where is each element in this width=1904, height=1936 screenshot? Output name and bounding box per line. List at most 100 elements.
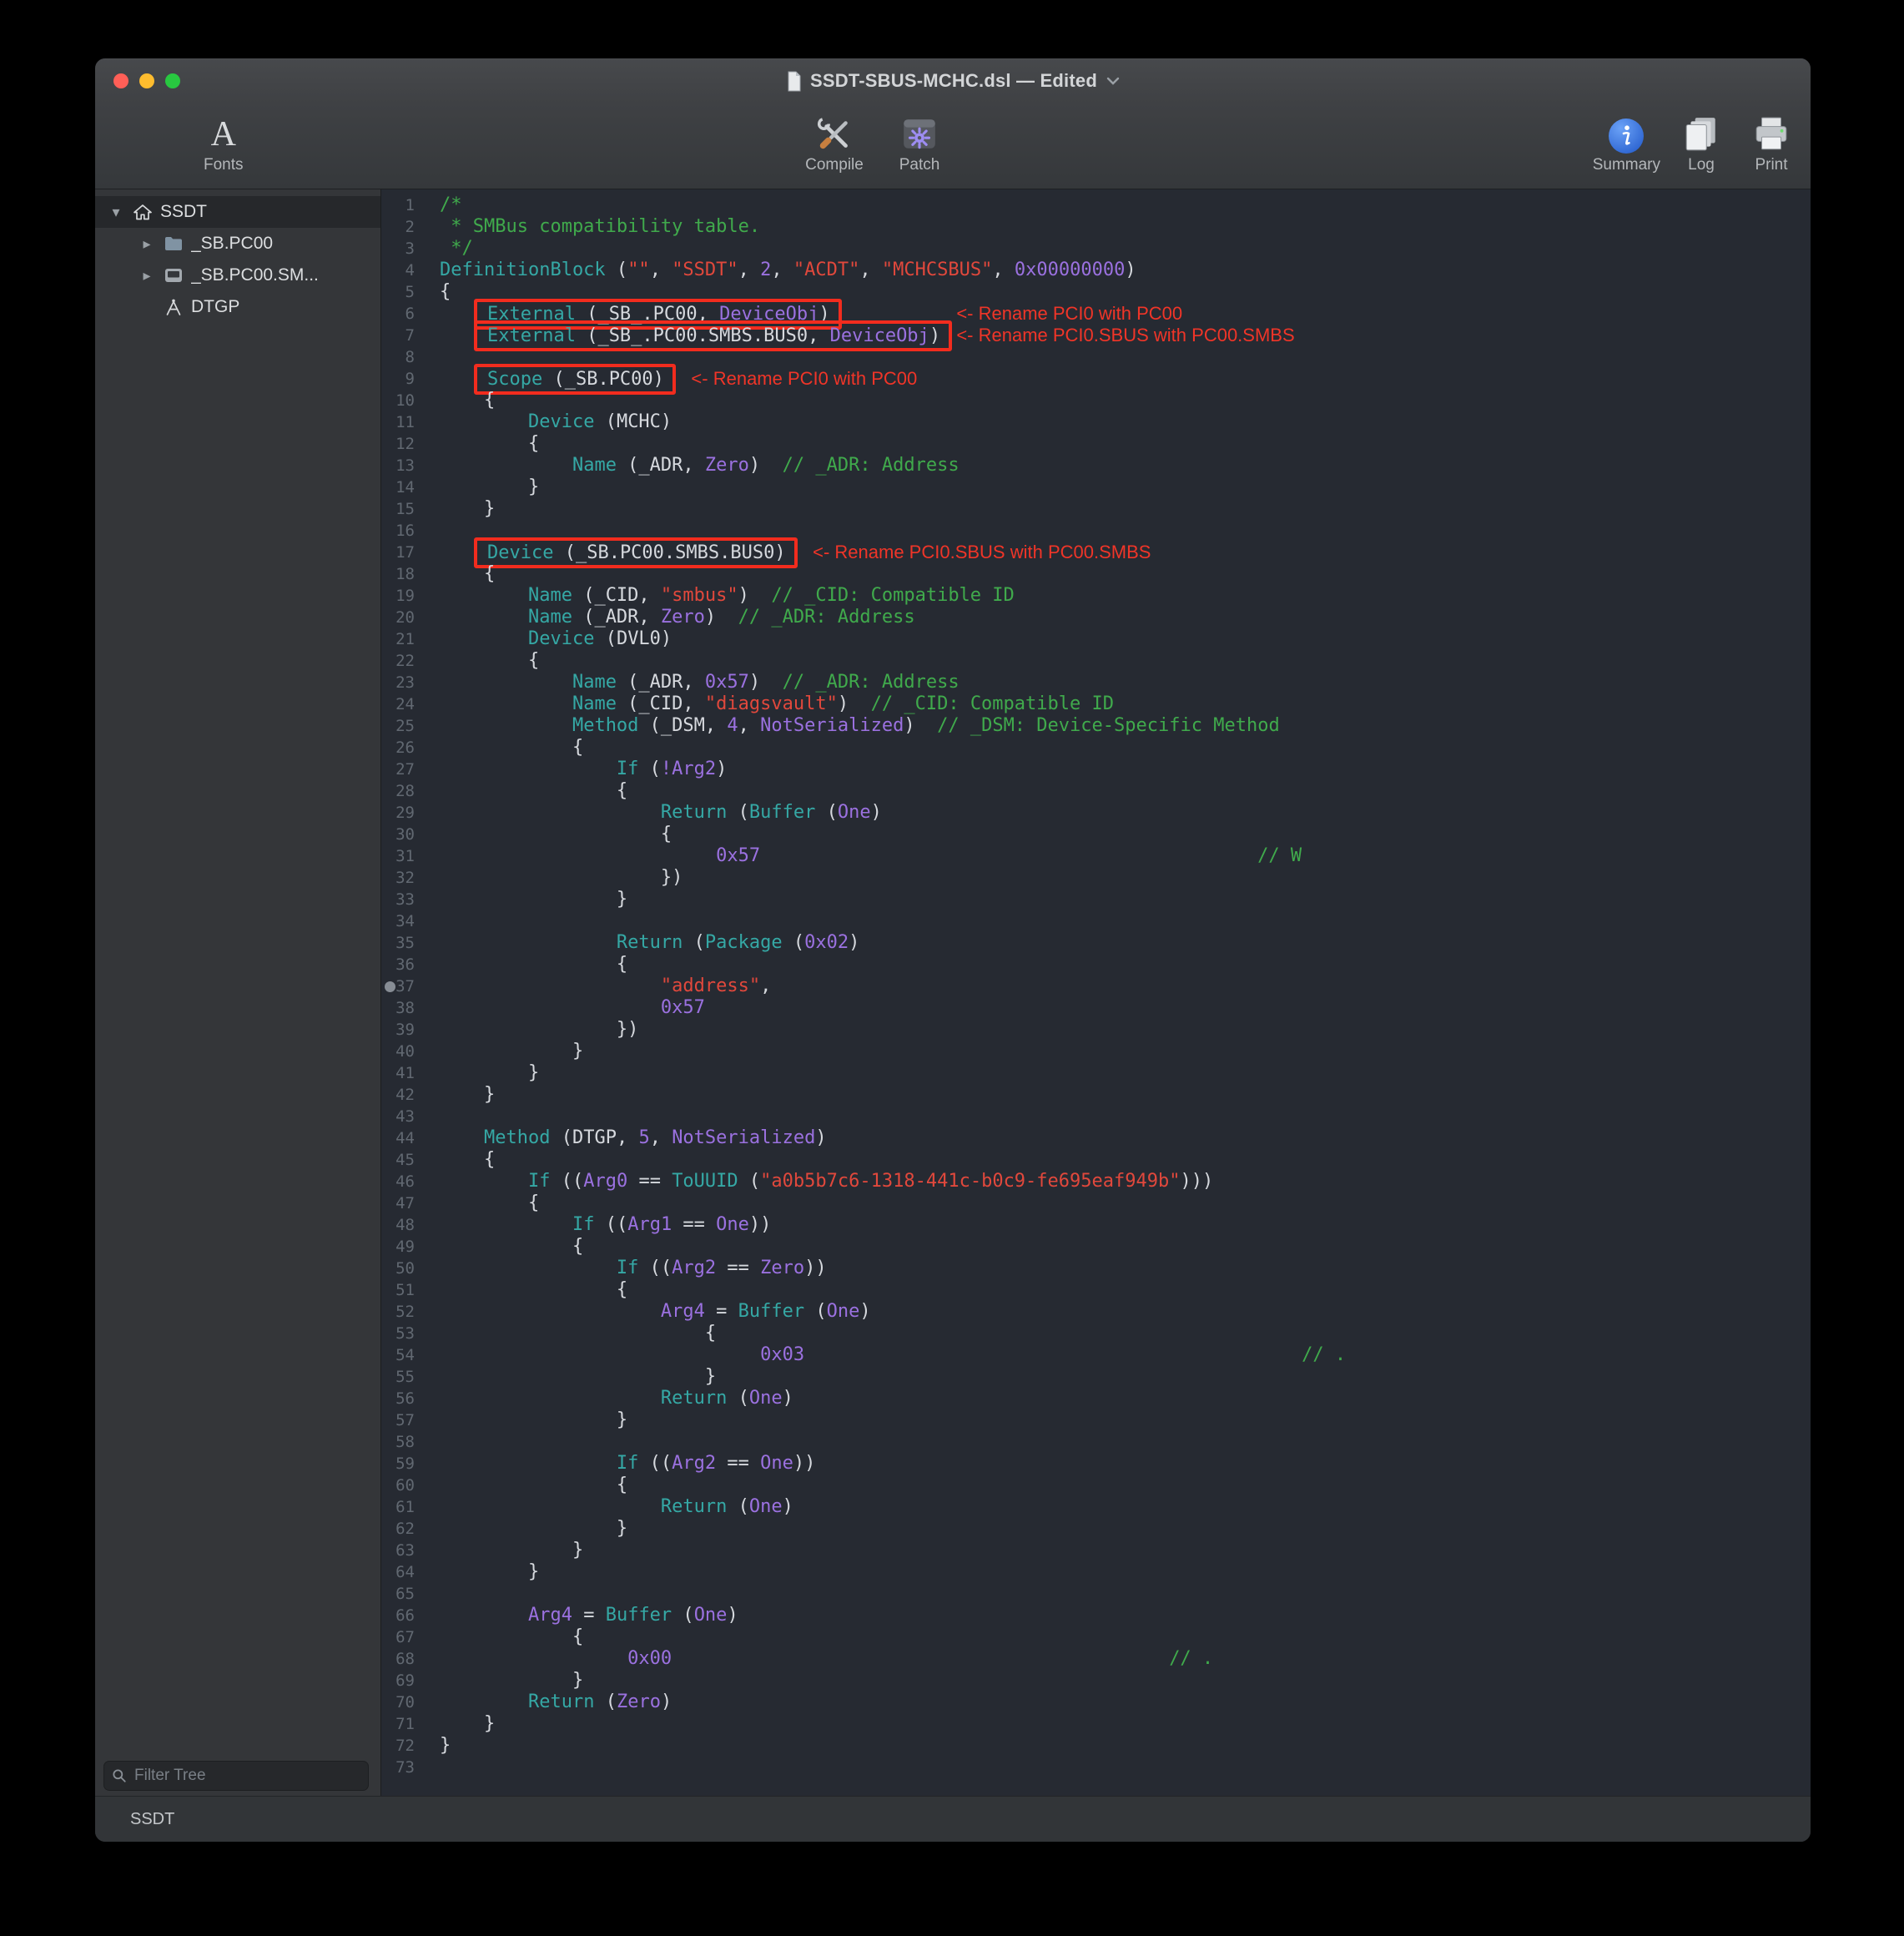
sidebar-item-ssdt[interactable]: ▾SSDT [95, 196, 380, 228]
print-button[interactable]: Print [1742, 110, 1801, 174]
line-number: 2 [381, 216, 425, 238]
code-line: 40 } [381, 1041, 1811, 1062]
code-line: 3 */ [381, 238, 1811, 260]
disclosure-closed-icon[interactable]: ▸ [138, 267, 156, 285]
close-button[interactable] [113, 73, 128, 88]
code-line: 34 [381, 910, 1811, 932]
code-line: 26 { [381, 737, 1811, 759]
sidebar-item-sb-pc00-sm[interactable]: ▸_SB.PC00.SM... [95, 260, 380, 291]
code-line: 38 0x57 [381, 997, 1811, 1019]
code-line: 14 } [381, 476, 1811, 498]
code-lines: 1/*2 * SMBus compatibility table.3 */4De… [381, 194, 1811, 1778]
line-number: 9 [381, 368, 425, 390]
code-line: 36 { [381, 954, 1811, 976]
fonts-label: Fonts [204, 156, 244, 174]
disclosure-open-icon[interactable]: ▾ [107, 204, 125, 221]
sidebar-tree: ▾SSDT▸_SB.PC00▸_SB.PC00.SM... DTGP [95, 189, 380, 323]
line-number: 50 [381, 1258, 425, 1279]
compile-label: Compile [805, 156, 864, 174]
rename-annotation-text: <- Rename PCI0.SBUS with PC00.SMBS [956, 325, 1294, 345]
disclosure-closed-icon[interactable]: ▸ [138, 235, 156, 253]
line-number: 17 [381, 542, 425, 563]
code-line: 57 } [381, 1409, 1811, 1431]
line-number: 63 [381, 1540, 425, 1561]
code-line: 1/* [381, 194, 1811, 216]
line-number: 45 [381, 1149, 425, 1171]
line-number: 20 [381, 607, 425, 628]
filter-tree-input[interactable] [133, 1766, 360, 1786]
sidebar-item-dtgp[interactable]: DTGP [95, 291, 380, 323]
summary-label: Summary [1593, 156, 1660, 174]
compile-button[interactable]: Compile [796, 110, 873, 174]
line-number: 57 [381, 1409, 425, 1431]
code-line: 71 } [381, 1713, 1811, 1735]
status-bar: SSDT [95, 1796, 1811, 1842]
rename-annotation-text: <- Rename PCI0 with PC00 [956, 303, 1182, 324]
code-line: 53 { [381, 1323, 1811, 1344]
code-line: 64 } [381, 1561, 1811, 1583]
code-line: 7 External (_SB_.PC00.SMBS.BUS0, DeviceO… [381, 325, 1811, 346]
code-line: 41 } [381, 1062, 1811, 1084]
code-line: 55 } [381, 1366, 1811, 1388]
code-line: 46 If ((Arg0 == ToUUID ("a0b5b7c6-1318-4… [381, 1171, 1811, 1192]
line-number: 12 [381, 433, 425, 455]
folder-icon [164, 235, 184, 252]
line-number: 61 [381, 1496, 425, 1518]
line-number: 16 [381, 520, 425, 542]
line-number: 55 [381, 1366, 425, 1388]
code-editor[interactable]: 1/*2 * SMBus compatibility table.3 */4De… [381, 189, 1811, 1796]
code-line: 72} [381, 1735, 1811, 1757]
code-line: 62 } [381, 1518, 1811, 1540]
code-line: 4DefinitionBlock ("", "SSDT", 2, "ACDT",… [381, 260, 1811, 281]
code-line: 12 { [381, 433, 1811, 455]
line-number: 56 [381, 1388, 425, 1409]
code-line: 52 Arg4 = Buffer (One) [381, 1301, 1811, 1323]
app-window: SSDT-SBUS-MCHC.dsl — Edited A Fonts [95, 58, 1811, 1842]
line-number: 13 [381, 455, 425, 476]
summary-info-icon [1609, 118, 1644, 154]
line-number: 73 [381, 1757, 425, 1778]
code-line: 35 Return (Package (0x02) [381, 932, 1811, 954]
line-number: 11 [381, 411, 425, 433]
minimize-button[interactable] [139, 73, 154, 88]
line-number: 4 [381, 260, 425, 281]
log-button[interactable]: Log [1672, 110, 1730, 174]
patch-gear-icon [900, 115, 939, 154]
code-line: 58 [381, 1431, 1811, 1453]
zoom-button[interactable] [165, 73, 180, 88]
fonts-button[interactable]: A Fonts [204, 110, 244, 174]
code-line: 2 * SMBus compatibility table. [381, 216, 1811, 238]
code-line: 25 Method (_DSM, 4, NotSerialized) // _D… [381, 715, 1811, 737]
line-number: 39 [381, 1019, 425, 1041]
status-text: SSDT [130, 1810, 174, 1829]
line-number: 6 [381, 303, 425, 325]
line-number: 68 [381, 1648, 425, 1670]
code-line: 61 Return (One) [381, 1496, 1811, 1518]
code-line: 15 } [381, 498, 1811, 520]
line-number: 58 [381, 1431, 425, 1453]
summary-button[interactable]: Summary [1593, 110, 1660, 174]
traffic-lights [113, 73, 180, 88]
line-number: 24 [381, 693, 425, 715]
filter-field[interactable] [103, 1761, 369, 1791]
line-number: 49 [381, 1236, 425, 1258]
line-number: 25 [381, 715, 425, 737]
code-line: 66 Arg4 = Buffer (One) [381, 1605, 1811, 1626]
code-line: 49 { [381, 1236, 1811, 1258]
print-label: Print [1755, 156, 1787, 174]
code-line: 69 } [381, 1670, 1811, 1691]
code-line: 18 { [381, 563, 1811, 585]
code-line: 31 0x57 // W [381, 845, 1811, 867]
code-line: 23 Name (_ADR, 0x57) // _ADR: Address [381, 672, 1811, 693]
line-number: 22 [381, 650, 425, 672]
patch-button[interactable]: Patch [881, 110, 958, 174]
line-marker-dot [385, 981, 395, 992]
line-number: 47 [381, 1192, 425, 1214]
sidebar-item-label: DTGP [191, 297, 239, 317]
sidebar-item-sb-pc00[interactable]: ▸_SB.PC00 [95, 228, 380, 260]
code-line: 51 { [381, 1279, 1811, 1301]
code-line: 73 [381, 1757, 1811, 1778]
document-icon [786, 71, 803, 92]
code-line: 17 Device (_SB.PC00.SMBS.BUS0) <- Rename… [381, 542, 1811, 563]
title-chevron-icon[interactable] [1106, 77, 1120, 86]
